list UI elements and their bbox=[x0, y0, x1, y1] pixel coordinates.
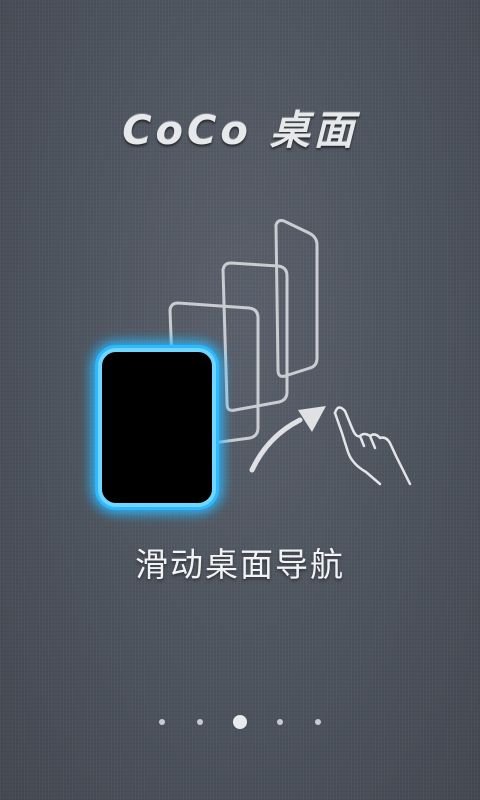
page-dot[interactable] bbox=[197, 719, 203, 725]
swipe-illustration bbox=[95, 219, 412, 510]
swipe-arrow-icon bbox=[249, 406, 326, 473]
phone-screen-icon bbox=[95, 345, 219, 510]
page-dot[interactable] bbox=[315, 719, 321, 725]
feature-caption: 滑动桌面导航 bbox=[135, 545, 345, 584]
page-dot[interactable] bbox=[159, 719, 165, 725]
page-dot[interactable] bbox=[277, 719, 283, 725]
page-dot-active[interactable] bbox=[233, 715, 247, 729]
page-indicator bbox=[0, 712, 480, 732]
app-title: CoCo 桌面 bbox=[122, 108, 358, 154]
hand-swipe-icon bbox=[333, 406, 412, 486]
